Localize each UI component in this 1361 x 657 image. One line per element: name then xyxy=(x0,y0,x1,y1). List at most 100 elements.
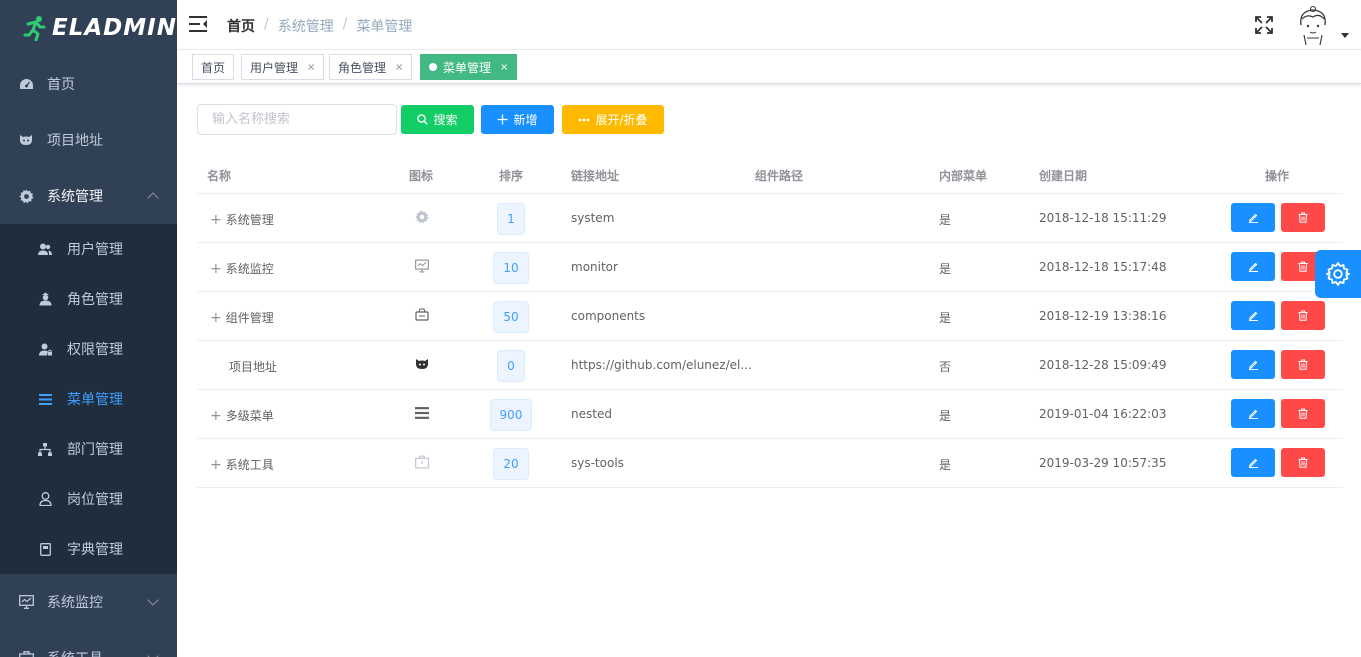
table-row[interactable]: + 多级菜单 900 nested 是 2019-01-04 16:22:03 xyxy=(197,390,1343,439)
breadcrumb: 首页 / 系统管理 / 菜单管理 xyxy=(227,16,412,36)
sidebar-item-roles[interactable]: 角色管理 xyxy=(0,274,177,324)
expand-plus-icon[interactable]: + xyxy=(210,457,222,473)
sidebar-item-job[interactable]: 岗位管理 xyxy=(0,474,177,524)
sidebar-item-github[interactable]: 项目地址 xyxy=(0,112,177,168)
row-iframe: 是 xyxy=(939,409,952,423)
dictionary-icon xyxy=(38,542,52,556)
row-name-text: 组件管理 xyxy=(225,311,274,325)
tag-users[interactable]: 用户管理 × xyxy=(241,54,325,80)
row-name[interactable]: + 系统监控 xyxy=(210,260,274,277)
row-name[interactable]: + 多级菜单 xyxy=(210,407,274,424)
expand-plus-icon[interactable]: + xyxy=(210,212,222,228)
sidebar-item-system[interactable]: 系统管理 xyxy=(0,168,177,224)
delete-button[interactable] xyxy=(1281,350,1325,379)
row-name[interactable]: + 系统管理 xyxy=(210,211,274,228)
table-header: 名称 图标 排序 链接地址 组件路径 内部菜单 创建日期 操作 xyxy=(197,154,1343,194)
logo[interactable]: ELADMIN xyxy=(0,0,177,56)
expand-plus-icon[interactable]: + xyxy=(210,310,222,326)
plus-icon xyxy=(497,114,508,125)
tools-icon xyxy=(18,650,34,657)
sidebar-item-label: 项目地址 xyxy=(47,133,103,149)
trash-icon xyxy=(1298,212,1308,223)
delete-button[interactable] xyxy=(1281,203,1325,232)
close-icon[interactable]: × xyxy=(395,62,403,73)
row-name[interactable]: + 系统工具 xyxy=(210,456,274,473)
tag-menu[interactable]: 菜单管理 × xyxy=(420,54,518,80)
row-date: 2018-12-28 15:09:49 xyxy=(1039,358,1167,372)
sidebar-item-permission[interactable]: 权限管理 xyxy=(0,324,177,374)
edit-icon xyxy=(1248,360,1258,370)
breadcrumb-home[interactable]: 首页 xyxy=(227,16,255,36)
tags-view: 首页 用户管理 × 角色管理 × 菜单管理 × xyxy=(177,50,1361,84)
fullscreen-icon[interactable] xyxy=(1255,16,1273,34)
breadcrumb-current: 菜单管理 xyxy=(356,19,413,35)
row-path: https://github.com/elunez/el... xyxy=(571,358,752,372)
close-icon[interactable]: × xyxy=(500,62,508,73)
tag-label: 用户管理 xyxy=(250,60,299,75)
sidebar-item-label: 用户管理 xyxy=(67,242,123,258)
table-row[interactable]: 项目地址 0 https://github.com/elunez/el... 否… xyxy=(197,341,1343,390)
sidebar-item-dashboard[interactable]: 首页 xyxy=(0,56,177,112)
row-path: monitor xyxy=(571,260,618,274)
close-icon[interactable]: × xyxy=(307,62,315,73)
row-name-text: 系统工具 xyxy=(225,458,274,472)
runner-logo-icon xyxy=(23,16,46,41)
sidebar-item-menu[interactable]: 菜单管理 xyxy=(0,374,177,424)
row-name-text: 系统管理 xyxy=(225,213,274,227)
breadcrumb-system: 系统管理 xyxy=(277,19,334,35)
edit-button[interactable] xyxy=(1231,252,1275,281)
breadcrumb-separator: / xyxy=(342,16,348,32)
dept-icon xyxy=(38,442,52,456)
caret-down-icon[interactable] xyxy=(1341,33,1349,38)
chevron-down-icon xyxy=(147,594,159,606)
hamburger-icon[interactable] xyxy=(189,16,207,32)
delete-button[interactable] xyxy=(1281,448,1325,477)
expand-collapse-button[interactable]: 展开/折叠 xyxy=(562,105,664,134)
row-name: 项目地址 xyxy=(229,360,278,374)
menu-table: 名称 图标 排序 链接地址 组件路径 内部菜单 创建日期 操作 + 系统管理 1 … xyxy=(197,154,1343,488)
edit-button[interactable] xyxy=(1231,350,1275,379)
sidebar-item-users[interactable]: 用户管理 xyxy=(0,224,177,274)
sidebar-item-tools[interactable]: 系统工具 xyxy=(0,630,177,657)
delete-button[interactable] xyxy=(1281,301,1325,330)
add-button[interactable]: 新增 xyxy=(481,105,554,134)
trash-icon xyxy=(1298,359,1308,370)
tag-label: 菜单管理 xyxy=(443,60,492,75)
peoples-icon xyxy=(38,242,52,256)
table-row[interactable]: + 系统工具 20 sys-tools 是 2019-03-29 10:57:35 xyxy=(197,439,1343,488)
table-row[interactable]: + 组件管理 50 components 是 2018-12-19 13:38:1… xyxy=(197,292,1343,341)
edit-button[interactable] xyxy=(1231,203,1275,232)
job-icon xyxy=(38,492,52,506)
table-row[interactable]: + 系统管理 1 system 是 2018-12-18 15:11:29 xyxy=(197,194,1343,243)
delete-button[interactable] xyxy=(1281,399,1325,428)
avatar[interactable] xyxy=(1293,5,1333,45)
edit-icon xyxy=(1248,311,1258,321)
search-input[interactable] xyxy=(197,104,397,135)
edit-button[interactable] xyxy=(1231,399,1275,428)
sidebar-item-dictionary[interactable]: 字典管理 xyxy=(0,524,177,574)
expand-plus-icon[interactable]: + xyxy=(210,261,222,277)
row-name[interactable]: + 组件管理 xyxy=(210,309,274,326)
row-iframe: 是 xyxy=(939,262,952,276)
settings-button[interactable] xyxy=(1315,250,1361,298)
tools-icon xyxy=(415,455,429,469)
zujian-icon xyxy=(415,308,429,321)
col-icon: 图标 xyxy=(409,169,434,183)
edit-button[interactable] xyxy=(1231,301,1275,330)
col-actions: 操作 xyxy=(1265,169,1290,183)
table-row[interactable]: + 系统监控 10 monitor 是 2018-12-18 15:17:48 xyxy=(197,243,1343,292)
menu-icon xyxy=(415,407,429,419)
search-button[interactable]: 搜索 xyxy=(401,105,474,134)
sidebar-item-monitor[interactable]: 系统监控 xyxy=(0,574,177,630)
sidebar-item-dept[interactable]: 部门管理 xyxy=(0,424,177,474)
system-gear-icon xyxy=(415,210,429,224)
tag-home[interactable]: 首页 xyxy=(192,54,235,80)
edit-button[interactable] xyxy=(1231,448,1275,477)
sort-tag: 0 xyxy=(497,350,525,382)
expand-plus-icon[interactable]: + xyxy=(210,408,222,424)
row-date: 2018-12-19 13:38:16 xyxy=(1039,309,1167,323)
row-path: nested xyxy=(571,407,612,421)
tag-roles[interactable]: 角色管理 × xyxy=(329,54,413,80)
sort-tag: 50 xyxy=(493,301,529,333)
row-date: 2018-12-18 15:11:29 xyxy=(1039,211,1167,225)
